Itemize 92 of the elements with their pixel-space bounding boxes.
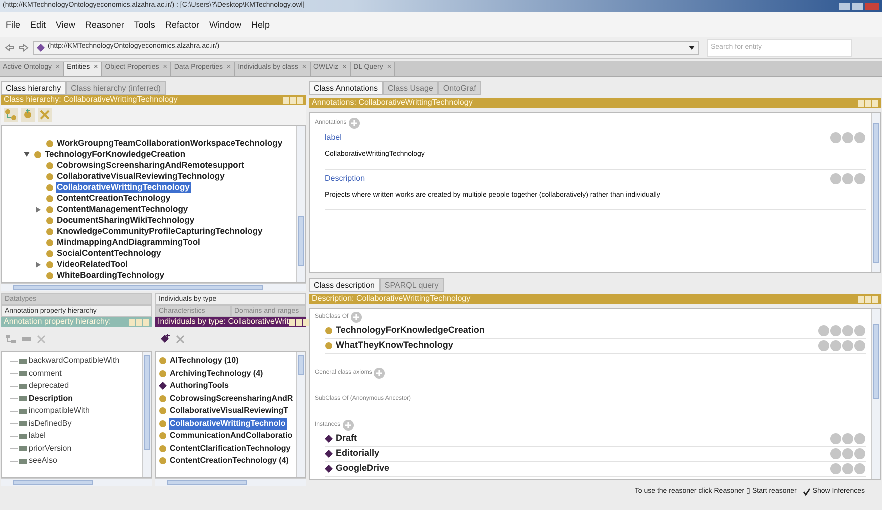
add-sibling-icon[interactable]: [21, 108, 35, 122]
individual-type-item[interactable]: AuthoringTools: [169, 380, 230, 392]
panel-title: Annotations: CollaborativeWrittingTechnology: [312, 98, 473, 108]
panel-title: Description: CollaborativeWrittingTechnology: [312, 294, 471, 304]
menu-item[interactable]: Reasoner: [85, 18, 124, 30]
menu-item[interactable]: Help: [251, 18, 270, 30]
menu-item[interactable]: File: [6, 18, 21, 30]
tree-item[interactable]: CollaborativeWrittingTechnology: [56, 182, 191, 193]
add-individual-icon[interactable]: [160, 334, 170, 344]
scrollbar[interactable]: [296, 126, 305, 282]
tree-item[interactable]: CobrowsingScreensharingAndRemotesupport: [56, 160, 246, 171]
individual-type-item[interactable]: ContentCreationTechnology (4): [169, 455, 290, 468]
back-icon[interactable]: [5, 44, 15, 52]
scrollbar[interactable]: [1, 283, 306, 291]
item-actions-icon[interactable]: [830, 132, 866, 144]
menu-item[interactable]: View: [56, 18, 76, 30]
individual-type-item[interactable]: CobrowsingScreensharingAndR: [169, 392, 294, 405]
panel-tab[interactable]: Class Annotations: [309, 81, 384, 95]
scrollbar[interactable]: [1, 478, 152, 486]
delete-property-icon[interactable]: [37, 334, 46, 344]
tree-item[interactable]: DocumentSharingWikiTechnology: [56, 215, 196, 226]
scrollbar[interactable]: [871, 309, 880, 479]
panel-title: Individuals by type: CollaborativeWrit: [158, 317, 290, 327]
collapsed-icon[interactable]: [36, 262, 41, 268]
annotation-property[interactable]: Description: [325, 172, 660, 184]
description-item[interactable]: Draft: [336, 432, 358, 446]
tree-item[interactable]: WorkGroupngTeamCollaborationWorkspaceTechnology: [56, 138, 284, 149]
property-item[interactable]: Description: [29, 392, 74, 405]
tree-item[interactable]: SocialContentTechnology: [56, 248, 162, 259]
expanded-icon[interactable]: [24, 152, 30, 157]
item-actions-icon[interactable]: [830, 448, 866, 460]
tree-item[interactable]: ContentManagementTechnology: [56, 204, 190, 215]
individual-type-item[interactable]: CollaborativeVisualReviewingT: [169, 405, 290, 418]
annotation-property[interactable]: label: [325, 132, 425, 144]
property-item[interactable]: priorVersion: [29, 442, 72, 455]
individual-type-item[interactable]: AITechnology (10): [169, 355, 240, 368]
add-icon[interactable]: [374, 368, 386, 378]
menu-item[interactable]: Refactor: [165, 18, 200, 30]
delete-individual-icon[interactable]: [176, 334, 185, 344]
panel-controls-icon[interactable]: [289, 318, 310, 326]
individual-type-item[interactable]: ContentClarificationTechnology: [169, 442, 292, 455]
add-subproperty-icon[interactable]: [6, 334, 16, 344]
panel-tab[interactable]: Class hierarchy: [1, 81, 66, 95]
scrollbar[interactable]: [155, 478, 306, 486]
description-item[interactable]: TechnologyForKnowledgeCreation: [336, 324, 485, 338]
tree-item[interactable]: TechnologyForKnowledgeCreation: [44, 149, 187, 160]
item-actions-icon[interactable]: [818, 325, 866, 337]
tree-item[interactable]: ContentCreationTechnology: [56, 193, 172, 204]
property-item[interactable]: deprecated: [29, 380, 70, 392]
add-icon[interactable]: [350, 312, 362, 322]
tree-item[interactable]: WhiteBoardingTechnology: [56, 270, 166, 281]
delete-class-icon[interactable]: [38, 108, 52, 122]
item-actions-icon[interactable]: [830, 433, 866, 445]
description-item[interactable]: Editorially: [336, 447, 380, 461]
collapsed-icon[interactable]: [36, 206, 41, 212]
dropdown-icon[interactable]: [689, 46, 695, 50]
tree-item[interactable]: CollaborativeVisualReviewingTechnology: [56, 171, 226, 182]
property-item[interactable]: incompatibleWith: [29, 405, 90, 418]
scrollbar[interactable]: [142, 352, 151, 477]
menu-item[interactable]: Edit: [30, 18, 46, 30]
property-item[interactable]: comment: [29, 368, 62, 380]
scrollbar[interactable]: [871, 113, 880, 272]
menu-item[interactable]: Window: [209, 18, 242, 30]
individual-type-item[interactable]: ArchivingTechnology (4): [169, 368, 264, 380]
tree-item[interactable]: MindmappingAndDiagrammingTool: [56, 237, 202, 248]
add-icon[interactable]: [348, 118, 360, 128]
checkbox-icon[interactable]: [802, 488, 811, 496]
panel-title: Annotation property hierarchy:: [4, 317, 112, 327]
panel-tab[interactable]: Class description: [309, 278, 380, 292]
panel-title: Class hierarchy: CollaborativeWrittingTechnology: [4, 95, 178, 105]
tree-item[interactable]: VideoRelatedTool: [56, 259, 130, 270]
ontology-icon: [37, 44, 45, 52]
add-subclass-icon[interactable]: [4, 108, 18, 122]
individual-type-item[interactable]: CommunicationAndCollaboratio: [169, 430, 294, 442]
description-item[interactable]: WhatTheyKnowTechnology: [336, 339, 454, 353]
item-actions-icon[interactable]: [830, 463, 866, 475]
property-item[interactable]: seeAlso: [29, 455, 58, 468]
menu-item[interactable]: Tools: [134, 18, 156, 30]
tree-item[interactable]: KnowledgeCommunityProfileCapturingTechnology: [56, 226, 264, 237]
window-controls-icon[interactable]: [839, 2, 879, 10]
scrollbar[interactable]: [296, 352, 305, 477]
item-actions-icon[interactable]: [818, 340, 866, 352]
property-item[interactable]: backwardCompatibleWith: [29, 355, 120, 368]
property-item[interactable]: isDefinedBy: [29, 418, 72, 430]
property-item[interactable]: label: [29, 430, 46, 442]
individual-icon: [159, 382, 167, 390]
description-item[interactable]: GoogleDrive: [336, 462, 390, 476]
add-property-icon[interactable]: [22, 334, 31, 344]
add-icon[interactable]: [342, 420, 354, 430]
item-actions-icon[interactable]: [830, 172, 866, 184]
individual-type-item[interactable]: CollaborativeWrittingTechnolo: [169, 418, 287, 430]
forward-icon[interactable]: [19, 44, 29, 52]
